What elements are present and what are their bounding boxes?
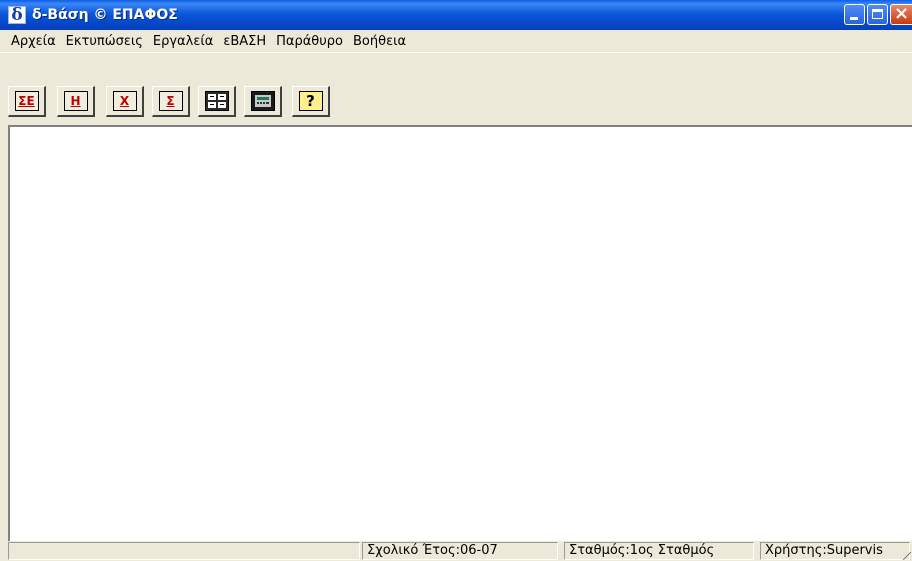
sigma-icon: Σ: [158, 91, 183, 111]
toolbar-button-grid[interactable]: [198, 86, 236, 117]
maximize-button[interactable]: [867, 4, 888, 25]
menu-ebasi[interactable]: εΒΑΣΗ: [218, 34, 271, 49]
menu-help[interactable]: Βοήθεια: [348, 34, 411, 49]
calculator-icon: [250, 91, 275, 111]
maximize-icon: [872, 9, 883, 19]
toolbar-button-sigma[interactable]: Σ: [152, 86, 190, 117]
status-school-year: Σχολικό Έτος:06-07: [362, 542, 558, 560]
grid-icon: [204, 91, 229, 111]
minimize-button[interactable]: [844, 4, 865, 25]
menu-prints[interactable]: Εκτυπώσεις: [61, 34, 148, 49]
toolbar-button-help[interactable]: ?: [292, 86, 330, 117]
caption-buttons: ×: [844, 3, 912, 25]
h-icon: Η: [63, 91, 88, 111]
app-icon[interactable]: δ: [8, 6, 26, 24]
resize-grip[interactable]: [903, 552, 911, 560]
menu-bar: Αρχεία Εκτυπώσεις Εργαλεία εΒΑΣΗ Παράθυρ…: [0, 30, 912, 52]
title-bar[interactable]: δ δ-Βάση © ΕΠΑΦΟΣ ×: [0, 0, 912, 30]
mdi-client-area[interactable]: [8, 125, 912, 541]
minimize-icon: [850, 17, 858, 20]
status-station: Σταθμός:1ος Σταθμός: [564, 542, 754, 560]
toolbar-button-se[interactable]: ΣΕ: [8, 86, 46, 117]
toolbar-button-x[interactable]: Χ: [106, 86, 144, 117]
menu-tools[interactable]: Εργαλεία: [148, 34, 218, 49]
x-icon: Χ: [112, 91, 137, 111]
help-icon: ?: [298, 91, 323, 111]
window-title: δ-Βάση © ΕΠΑΦΟΣ: [32, 7, 178, 23]
close-button[interactable]: ×: [890, 3, 912, 25]
status-bar: Σχολικό Έτος:06-07 Σταθμός:1ος Σταθμός Χ…: [8, 541, 912, 561]
menu-window[interactable]: Παράθυρο: [271, 34, 348, 49]
toolbar-button-calculator[interactable]: [244, 86, 282, 117]
se-icon: ΣΕ: [14, 91, 39, 111]
menu-files[interactable]: Αρχεία: [0, 34, 61, 49]
toolbar-button-h[interactable]: Η: [57, 86, 95, 117]
status-panel-empty: [8, 542, 360, 560]
status-user: Χρήστης:Supervis: [760, 542, 910, 560]
close-icon: ×: [893, 3, 910, 24]
